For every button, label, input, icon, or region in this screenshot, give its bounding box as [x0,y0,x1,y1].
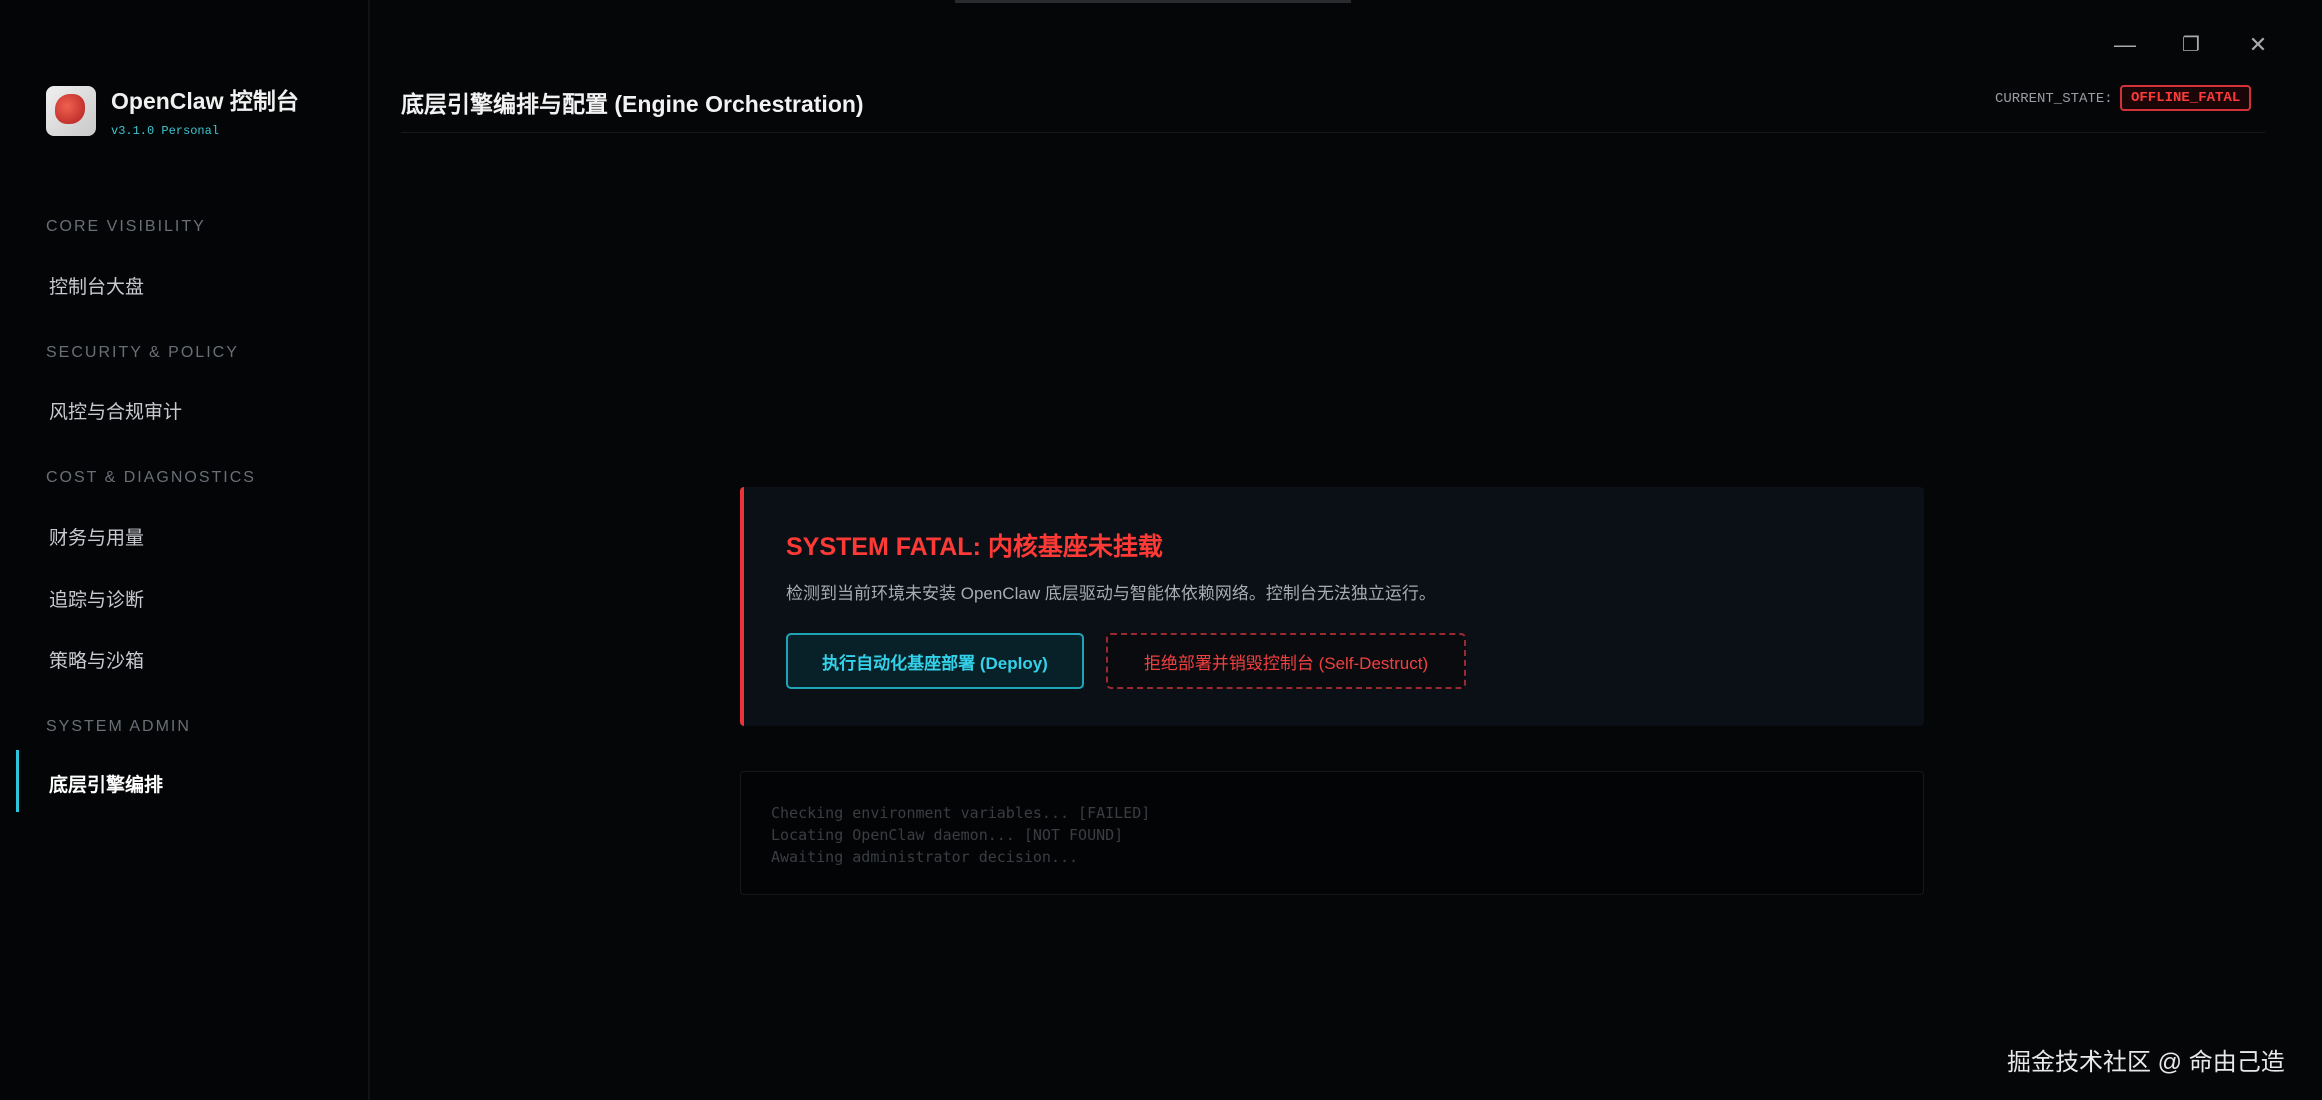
log-line: Awaiting administrator decision... [771,846,1893,868]
sidebar-item-finance[interactable]: 财务与用量 [49,523,144,550]
console-log: Checking environment variables... [FAILE… [740,771,1924,895]
fatal-alert-card: SYSTEM FATAL: 内核基座未挂载 检测到当前环境未安装 OpenCla… [740,487,1924,726]
close-icon[interactable]: ✕ [2243,30,2273,60]
sidebar-item-dashboard[interactable]: 控制台大盘 [49,272,144,299]
active-indicator [16,750,19,812]
log-line: Checking environment variables... [FAILE… [771,802,1893,824]
sidebar-item-risk-audit[interactable]: 风控与合规审计 [49,397,182,424]
header-divider [401,132,2265,133]
app-version: v3.1.0 Personal [111,124,219,138]
deploy-button[interactable]: 执行自动化基座部署 (Deploy) [786,633,1084,689]
sidebar: OpenClaw 控制台 v3.1.0 Personal CORE VISIBI… [0,0,370,1100]
sidebar-item-sandbox[interactable]: 策略与沙箱 [49,646,144,673]
section-cost-diagnostics: COST & DIAGNOSTICS [46,469,256,487]
top-drag-region [955,0,1351,3]
alert-title: SYSTEM FATAL: 内核基座未挂载 [786,527,1163,563]
minimize-icon[interactable]: — [2110,30,2140,60]
self-destruct-button[interactable]: 拒绝部署并销毁控制台 (Self-Destruct) [1106,633,1466,689]
watermark: 掘金技术社区 @ 命由己造 [2007,1042,2285,1077]
section-security-policy: SECURITY & POLICY [46,344,239,362]
restore-icon[interactable]: ❐ [2176,30,2206,60]
log-line: Locating OpenClaw daemon... [NOT FOUND] [771,824,1893,846]
section-system-admin: SYSTEM ADMIN [46,718,191,736]
sidebar-item-engine-orchestration[interactable]: 底层引擎编排 [49,770,163,797]
status-badge: OFFLINE_FATAL [2120,85,2251,111]
sidebar-item-tracing[interactable]: 追踪与诊断 [49,585,144,612]
app-title: OpenClaw 控制台 [111,82,299,116]
app-logo [46,86,96,136]
section-core-visibility: CORE VISIBILITY [46,218,206,236]
page-title: 底层引擎编排与配置 (Engine Orchestration) [401,85,864,119]
alert-description: 检测到当前环境未安装 OpenClaw 底层驱动与智能体依赖网络。控制台无法独立… [786,579,1436,604]
state-label: CURRENT_STATE: [1995,91,2113,107]
